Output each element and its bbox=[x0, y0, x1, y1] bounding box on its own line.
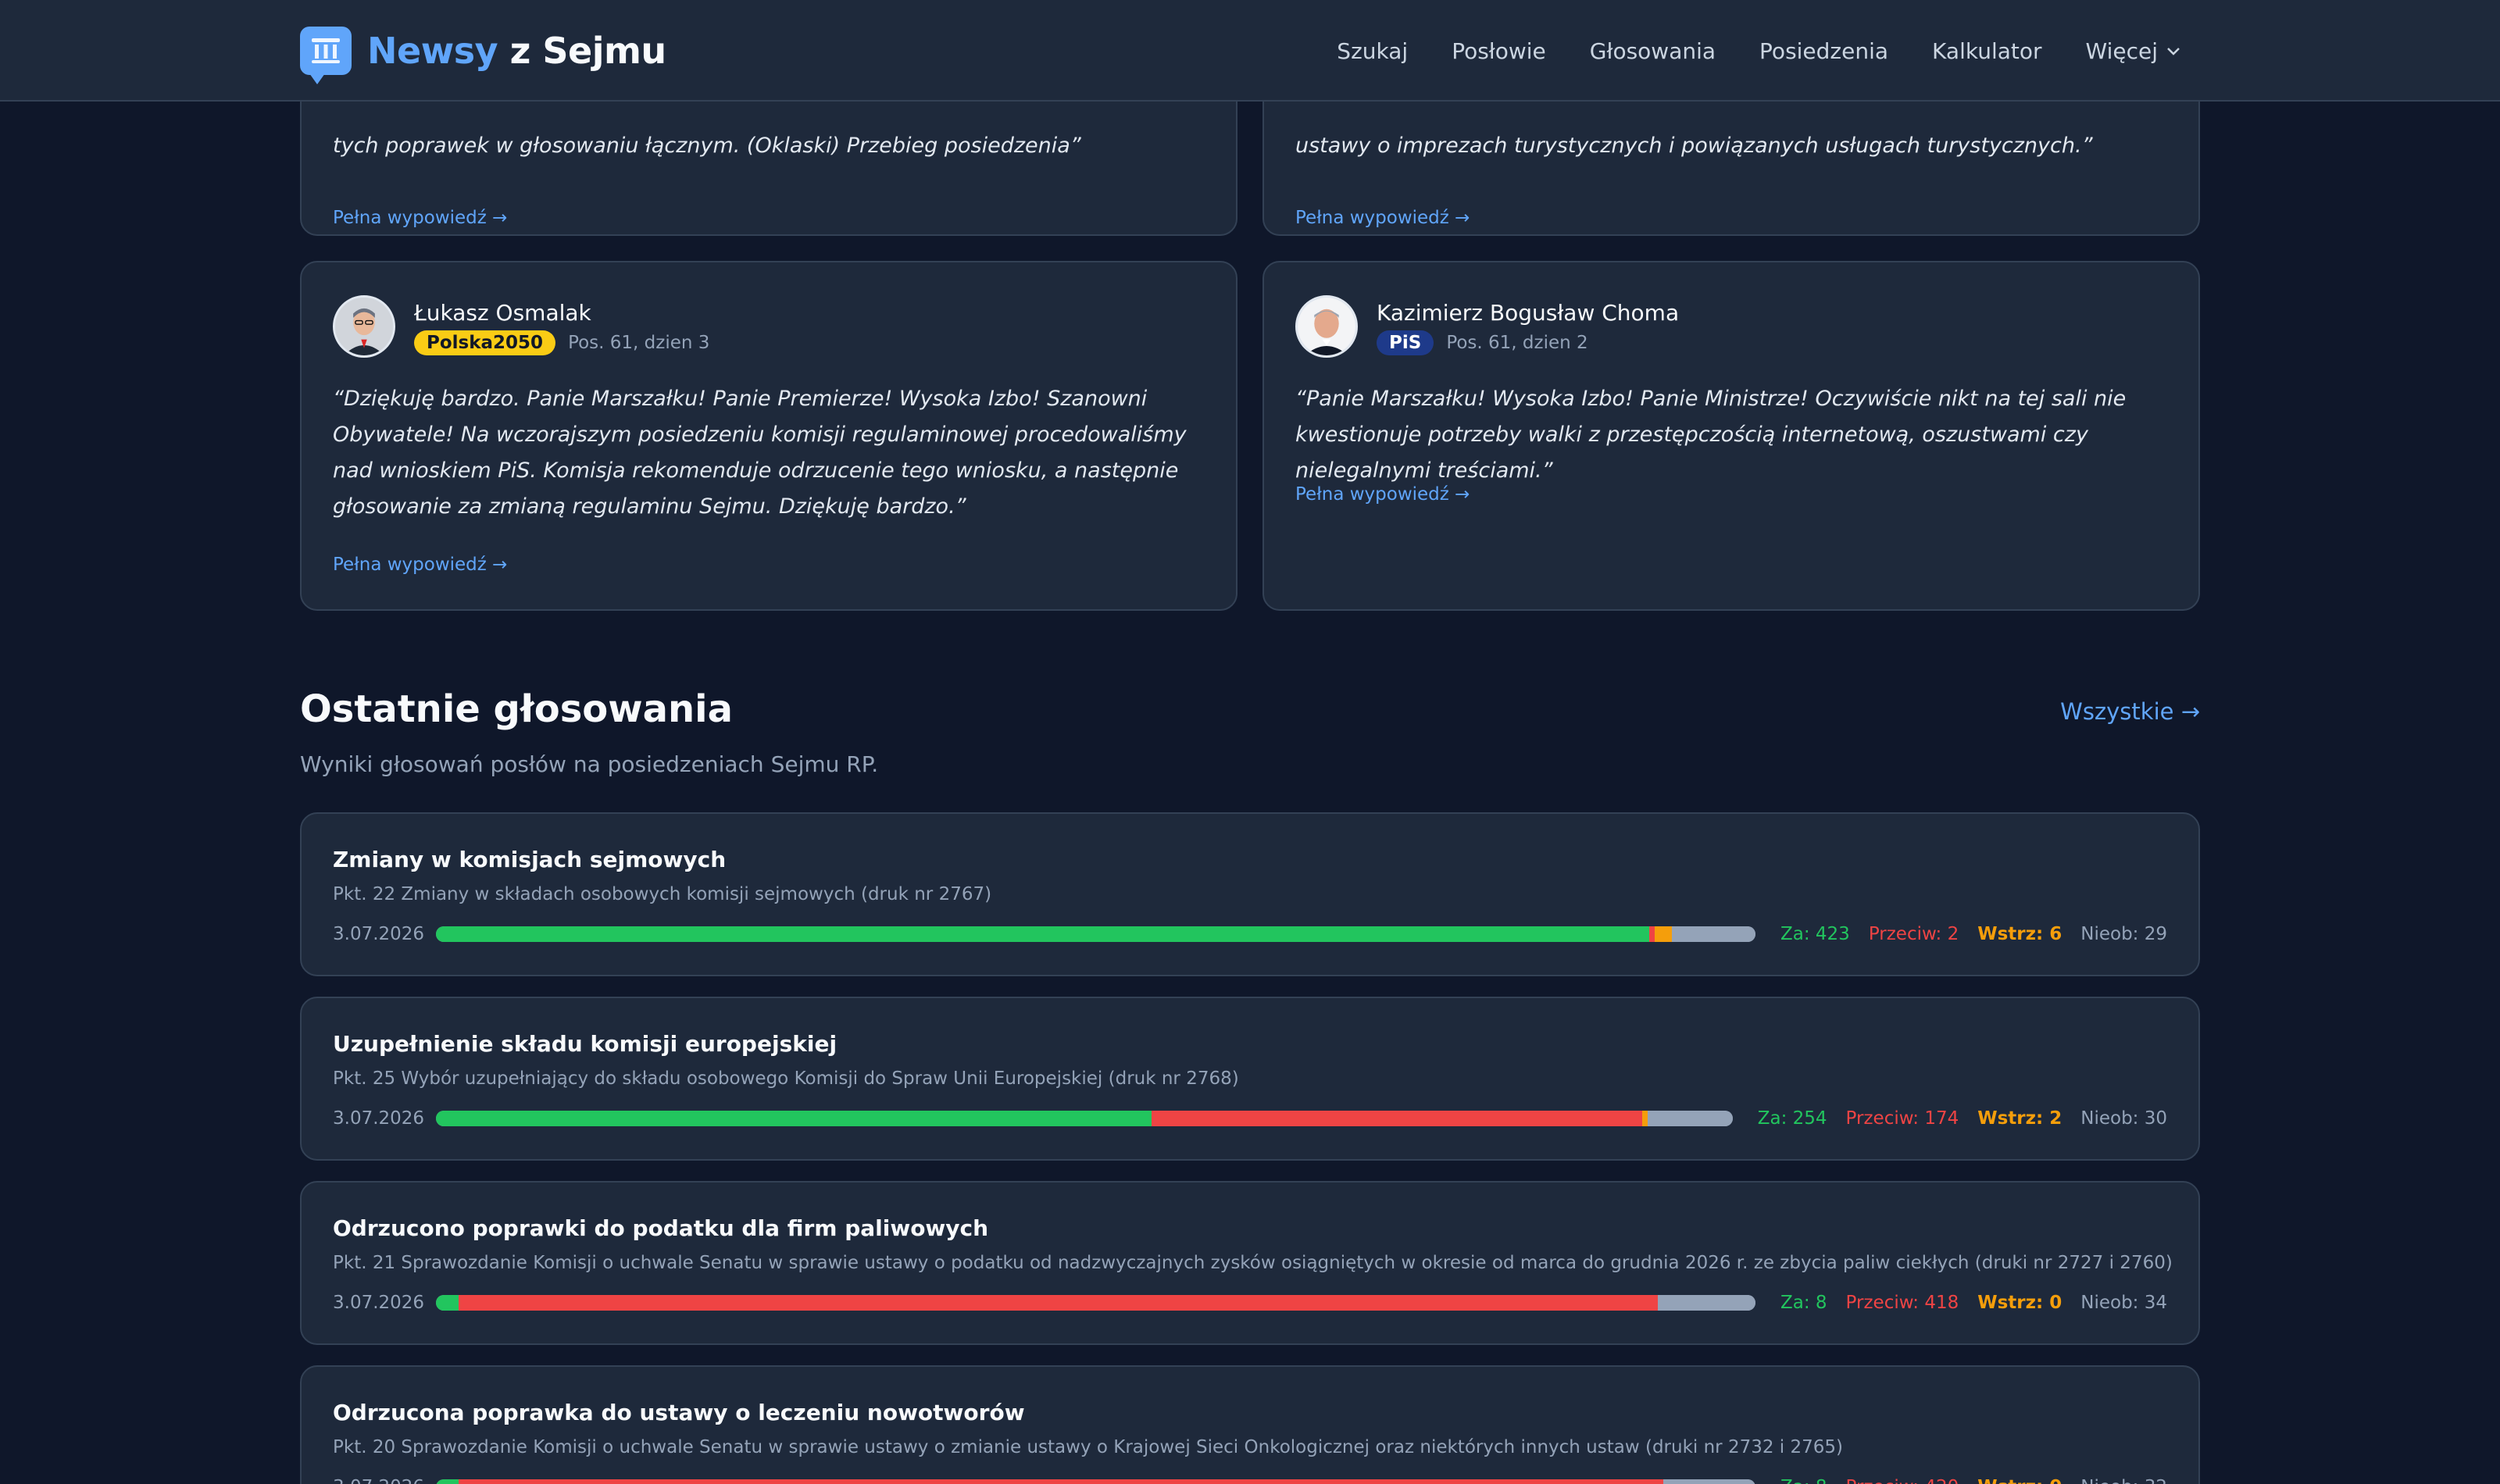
bar-segment-przeciw bbox=[1649, 926, 1655, 942]
vote-result-bar bbox=[436, 1479, 1755, 1484]
bar-segment-nieob bbox=[1658, 1295, 1755, 1311]
bar-segment-za bbox=[436, 1479, 459, 1484]
count-nieob: Nieob: 29 bbox=[2080, 924, 2167, 944]
sitting-info: Pos. 61, dzien 3 bbox=[568, 333, 710, 353]
bar-segment-nieob bbox=[1663, 1479, 1755, 1484]
quote-text: “Panie Marszałku! Wysoka Izbo! Panie Min… bbox=[1295, 387, 2127, 483]
sitting-info: Pos. 61, dzien 2 bbox=[1446, 333, 1588, 353]
bar-segment-za bbox=[436, 926, 1650, 942]
party-badge: PiS bbox=[1377, 330, 1434, 355]
count-przeciw: Przeciw: 418 bbox=[1845, 1293, 1959, 1313]
speaker-name[interactable]: Łukasz Osmalak bbox=[414, 300, 709, 326]
nav-more-label: Więcej bbox=[2085, 37, 2158, 64]
vote-description: Pkt. 22 Zmiany w składach osobowych komi… bbox=[333, 884, 992, 904]
count-za: Za: 423 bbox=[1780, 924, 1850, 944]
bar-segment-nieob bbox=[1648, 1111, 1733, 1126]
speaker-name[interactable]: Kazimierz Bogusław Choma bbox=[1377, 300, 1679, 326]
bar-segment-za bbox=[436, 1295, 459, 1311]
vote-result-bar bbox=[436, 1111, 1733, 1126]
bar-segment-przeciw bbox=[459, 1295, 1659, 1311]
bar-segment-nieob bbox=[1672, 926, 1755, 942]
vote-title: Uzupełnienie składu komisji europejskiej bbox=[333, 1031, 838, 1057]
quote-card: Łukasz Osmalak Polska2050 Pos. 61, dzien… bbox=[300, 261, 1238, 611]
vote-title: Zmiany w komisjach sejmowych bbox=[333, 847, 727, 872]
nav-calculator[interactable]: Kalkulator bbox=[1932, 38, 2041, 64]
count-wstrz: Wstrz: 6 bbox=[1977, 924, 2062, 944]
vote-card[interactable]: Odrzucona poprawka do ustawy o leczeniu … bbox=[300, 1365, 2200, 1484]
vote-title: Odrzucona poprawka do ustawy o leczeniu … bbox=[333, 1400, 1025, 1425]
full-statement-link[interactable]: Pełna wypowiedź → bbox=[1295, 484, 1470, 505]
count-nieob: Nieob: 34 bbox=[2080, 1293, 2167, 1313]
count-przeciw: Przeciw: 174 bbox=[1845, 1108, 1959, 1129]
vote-date: 3.07.2026 bbox=[333, 1293, 425, 1313]
vote-date: 3.07.2026 bbox=[333, 1108, 425, 1129]
bar-segment-przeciw bbox=[1152, 1111, 1643, 1126]
quote-text: “Dziękuję bardzo. Panie Marszałku! Panie… bbox=[333, 387, 1187, 519]
nav-more[interactable]: Więcej bbox=[2086, 38, 2181, 64]
avatar[interactable] bbox=[333, 295, 395, 358]
vote-result-bar bbox=[436, 1295, 1755, 1311]
bar-segment-przeciw bbox=[459, 1479, 1664, 1484]
avatar[interactable] bbox=[1295, 295, 1358, 358]
chevron-down-icon bbox=[2167, 48, 2180, 55]
full-statement-link[interactable]: Pełna wypowiedź → bbox=[1295, 208, 1470, 228]
speaker-info: Kazimierz Bogusław Choma PiS Pos. 61, dz… bbox=[1295, 295, 1679, 358]
vote-result-bar bbox=[436, 926, 1755, 942]
count-za: Za: 8 bbox=[1780, 1293, 1827, 1313]
count-wstrz: Wstrz: 0 bbox=[1977, 1477, 2062, 1484]
party-badge: Polska2050 bbox=[414, 330, 556, 355]
vote-description: Pkt. 25 Wybór uzupełniający do składu os… bbox=[333, 1068, 1239, 1089]
quote-text: ustawy o imprezach turystycznych i powią… bbox=[1295, 134, 2093, 158]
quote-text: tych poprawek w głosowaniu łącznym. (Okl… bbox=[333, 134, 1081, 158]
count-za: Za: 254 bbox=[1757, 1108, 1827, 1129]
vote-description: Pkt. 20 Sprawozdanie Komisji o uchwale S… bbox=[333, 1437, 1843, 1457]
section-title: Ostatnie głosowania bbox=[300, 687, 733, 731]
nav-search[interactable]: Szukaj bbox=[1337, 38, 1408, 64]
vote-date: 3.07.2026 bbox=[333, 1477, 436, 1484]
nav-sittings[interactable]: Posiedzenia bbox=[1759, 38, 1888, 64]
site-logo[interactable]: Newsy z Sejmu bbox=[300, 23, 666, 84]
full-statement-link[interactable]: Pełna wypowiedź → bbox=[333, 208, 507, 228]
vote-card[interactable]: Odrzucono poprawki do podatku dla firm p… bbox=[300, 1181, 2200, 1345]
vote-card[interactable]: Uzupełnienie składu komisji europejskiej… bbox=[300, 997, 2200, 1161]
section-subtitle: Wyniki głosowań posłów na posiedzeniach … bbox=[300, 751, 879, 777]
full-statement-link[interactable]: Pełna wypowiedź → bbox=[333, 555, 507, 575]
all-votes-link[interactable]: Wszystkie → bbox=[2060, 698, 2200, 725]
vote-title: Odrzucono poprawki do podatku dla firm p… bbox=[333, 1215, 989, 1241]
nav-mps[interactable]: Posłowie bbox=[1452, 38, 1546, 64]
vote-description: Pkt. 21 Sprawozdanie Komisji o uchwale S… bbox=[333, 1253, 2173, 1273]
nav-votes[interactable]: Głosowania bbox=[1590, 38, 1716, 64]
quote-card: Kazimierz Bogusław Choma PiS Pos. 61, dz… bbox=[1262, 261, 2200, 611]
vote-card[interactable]: Zmiany w komisjach sejmowych Pkt. 22 Zmi… bbox=[300, 812, 2200, 976]
main-nav: Szukaj Posłowie Głosowania Posiedzenia K… bbox=[1337, 31, 2181, 70]
top-navbar: Newsy z Sejmu Szukaj Posłowie Głosowania… bbox=[0, 0, 2500, 102]
count-przeciw: Przeciw: 420 bbox=[1846, 1477, 1959, 1484]
site-title-part1: Newsy bbox=[367, 30, 498, 72]
count-wstrz: Wstrz: 2 bbox=[1977, 1108, 2062, 1129]
count-za: Za: 8 bbox=[1780, 1477, 1827, 1484]
speaker-info: Łukasz Osmalak Polska2050 Pos. 61, dzien… bbox=[333, 295, 709, 358]
site-title-part2: z Sejmu bbox=[509, 30, 667, 72]
bar-segment-wstrz bbox=[1642, 1111, 1648, 1126]
count-nieob: Nieob: 32 bbox=[2080, 1477, 2167, 1484]
bar-segment-za bbox=[436, 1111, 1152, 1126]
vote-date: 3.07.2026 bbox=[333, 924, 425, 944]
count-nieob: Nieob: 30 bbox=[2080, 1108, 2167, 1129]
bar-segment-wstrz bbox=[1655, 926, 1673, 942]
count-wstrz: Wstrz: 0 bbox=[1977, 1293, 2062, 1313]
count-przeciw: Przeciw: 2 bbox=[1868, 924, 1959, 944]
parliament-icon bbox=[300, 27, 352, 84]
site-title: Newsy z Sejmu bbox=[367, 30, 666, 72]
